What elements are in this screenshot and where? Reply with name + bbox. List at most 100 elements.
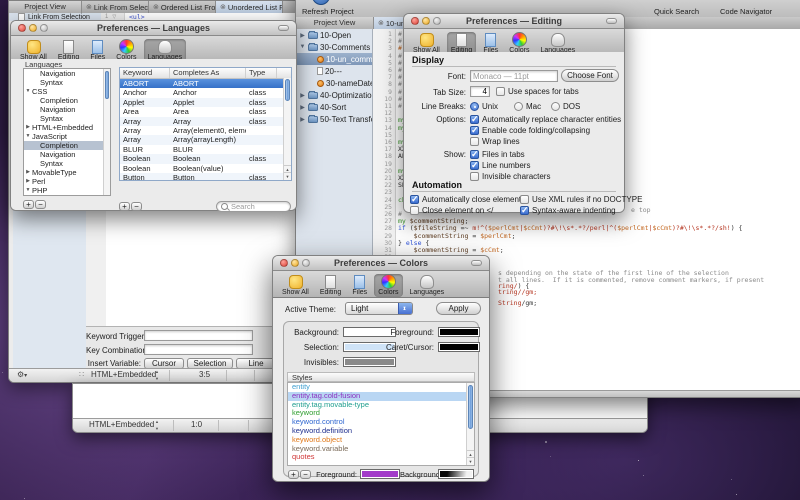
keyword-row[interactable]: AnchorAnchorclass [120, 88, 291, 97]
disclosure-triangle-icon[interactable]: ▼ [24, 87, 32, 96]
disclosure-triangle-icon[interactable]: ▼ [24, 132, 32, 141]
languages-scrollbar[interactable] [103, 69, 110, 195]
disclosure-triangle-icon[interactable]: ▶ [24, 168, 32, 177]
zoom-button[interactable] [433, 17, 441, 25]
add-language-button[interactable]: + [23, 200, 34, 209]
column-header-type[interactable]: Type [246, 68, 277, 78]
checkbox-icon[interactable] [496, 87, 505, 96]
gear-menu-icon[interactable]: ⚙▾ [17, 370, 27, 379]
language-list-item[interactable]: ▶HTML+Embedded [24, 123, 110, 132]
table-scrollbar[interactable]: ▲ ▼ [283, 78, 291, 180]
close-button[interactable] [18, 24, 26, 32]
remove-language-button[interactable]: − [35, 200, 46, 209]
style-row-keyword.variable[interactable]: keyword.variable [288, 445, 474, 454]
tree-item-40-Sort[interactable]: ▶40-Sort [296, 101, 372, 113]
scroll-down-arrow[interactable]: ▼ [467, 457, 474, 465]
disclosure-triangle-icon[interactable]: ▶ [24, 177, 32, 186]
checkbox-icon[interactable] [470, 150, 479, 159]
tab-size-field[interactable] [470, 86, 490, 97]
document-tab[interactable]: ⊗Link From Selection [82, 1, 149, 13]
language-selector[interactable]: HTML+Embedded [89, 420, 154, 429]
styles-header[interactable]: Styles [287, 372, 475, 382]
language-popup-icon[interactable] [155, 420, 162, 430]
foreground-swatch[interactable] [438, 327, 480, 337]
column-header-keyword[interactable]: Keyword [120, 68, 170, 78]
key-combination-input[interactable] [144, 344, 253, 355]
language-list-item[interactable]: Completion [24, 141, 110, 150]
checkbox-icon[interactable] [470, 115, 479, 124]
keyword-row[interactable]: ArrayArray(element0, eleme... [120, 126, 291, 135]
minimize-button[interactable] [29, 24, 37, 32]
automation-checkbox[interactable]: Automatically close elements [410, 195, 525, 204]
disclosure-triangle-icon[interactable]: ▼ [299, 44, 306, 50]
zoom-button[interactable] [40, 24, 48, 32]
scroll-down-arrow[interactable]: ▼ [284, 172, 291, 180]
show-checkbox[interactable]: Line numbers [470, 161, 530, 170]
disclosure-triangle-icon[interactable]: ▶ [299, 92, 306, 99]
keyword-row[interactable]: ButtonButtonclass [120, 173, 291, 181]
language-list-item[interactable]: Syntax [24, 159, 110, 168]
keyword-row[interactable]: ArrayArray(arrayLength) [120, 135, 291, 144]
font-field[interactable] [470, 70, 558, 82]
document-tab[interactable]: ⊗Ordered List Fro... [149, 1, 216, 13]
option-checkbox[interactable]: Wrap lines [470, 137, 520, 146]
style-foreground-swatch[interactable] [360, 469, 400, 479]
show-checkbox[interactable]: Files in tabs [470, 150, 525, 159]
language-list-item[interactable]: ▶Perl [24, 177, 110, 186]
toolbar-toggle-pill[interactable] [606, 18, 617, 24]
option-checkbox[interactable]: Automatically replace character entities [470, 115, 621, 124]
choose-font-button[interactable]: Choose Font [561, 69, 619, 82]
close-tab-icon[interactable]: ⊗ [378, 19, 384, 27]
remove-style-button[interactable]: − [300, 470, 311, 479]
disclosure-triangle-icon[interactable]: ▶ [299, 104, 306, 111]
toolbar-item-show-all[interactable]: Show All [278, 274, 313, 297]
tree-item-50-Text Transform[interactable]: ▶50-Text Transform [296, 113, 372, 125]
option-checkbox[interactable]: Enable code folding/collapsing [470, 126, 590, 135]
invisibles-swatch[interactable] [343, 357, 396, 367]
radio-dos[interactable]: DOS [551, 102, 580, 111]
automation-checkbox[interactable]: Use XML rules if no DOCTYPE [520, 195, 642, 204]
radio-icon[interactable] [551, 102, 560, 111]
style-background-swatch[interactable] [438, 469, 474, 479]
refresh-project-label[interactable]: Refresh Project [302, 7, 354, 16]
tree-item-30-Comments[interactable]: ▼30-Comments [296, 41, 372, 53]
toolbar-item-languages[interactable]: Languages [406, 274, 449, 297]
add-keyword-button[interactable]: + [119, 202, 130, 211]
language-list-item[interactable]: Navigation [24, 105, 110, 114]
keyword-row[interactable]: AreaAreaclass [120, 107, 291, 116]
toolbar-toggle-pill[interactable] [278, 25, 289, 31]
styles-scrollbar[interactable]: ▲ ▼ [466, 383, 474, 465]
tree-item-30-nameDateStr[interactable]: 30-nameDateStr [296, 77, 372, 89]
language-list-item[interactable]: ▶MovableType [24, 168, 110, 177]
keyword-row[interactable]: AppletAppletclass [120, 98, 291, 107]
keyword-row[interactable]: ArrayArrayclass [120, 117, 291, 126]
minimize-button[interactable] [291, 259, 299, 267]
keyword-trigger-input[interactable] [144, 330, 253, 341]
radio-icon[interactable] [470, 102, 479, 111]
caret-swatch[interactable] [438, 342, 480, 352]
remove-keyword-button[interactable]: − [131, 202, 142, 211]
tree-item-10-un_comment[interactable]: 10-un_comment [296, 53, 372, 65]
language-list-item[interactable]: ▼JavaScript [24, 132, 110, 141]
table-header[interactable]: KeywordCompletes AsType [120, 68, 291, 79]
use-spaces-checkbox[interactable]: Use spaces for tabs [496, 87, 579, 96]
scrollbar-thumb[interactable] [105, 71, 109, 99]
toolbar-toggle-pill[interactable] [471, 260, 482, 266]
drag-grip-icon[interactable]: ∷ [79, 370, 84, 379]
keyword-row[interactable]: BooleanBoolean(value) [120, 164, 291, 173]
checkbox-icon[interactable] [470, 126, 479, 135]
keyword-row[interactable]: BLURBLUR [120, 145, 291, 154]
tree-item-40-Optimization[interactable]: ▶40-Optimization [296, 89, 372, 101]
minimize-button[interactable] [422, 17, 430, 25]
checkbox-icon[interactable] [410, 195, 419, 204]
refresh-project-icon[interactable] [312, 0, 330, 5]
apply-button[interactable]: Apply [436, 302, 481, 315]
tree-item-20---[interactable]: 20--- [296, 65, 372, 77]
disclosure-triangle-icon[interactable]: ▶ [299, 116, 306, 123]
automation-checkbox[interactable]: Syntax-aware indenting [520, 206, 616, 215]
checkbox-icon[interactable] [410, 206, 419, 215]
column-header-completes-as[interactable]: Completes As [170, 68, 246, 78]
scrollbar-thumb[interactable] [285, 79, 290, 101]
disclosure-triangle-icon[interactable]: ▼ [24, 186, 32, 195]
zoom-button[interactable] [302, 259, 310, 267]
